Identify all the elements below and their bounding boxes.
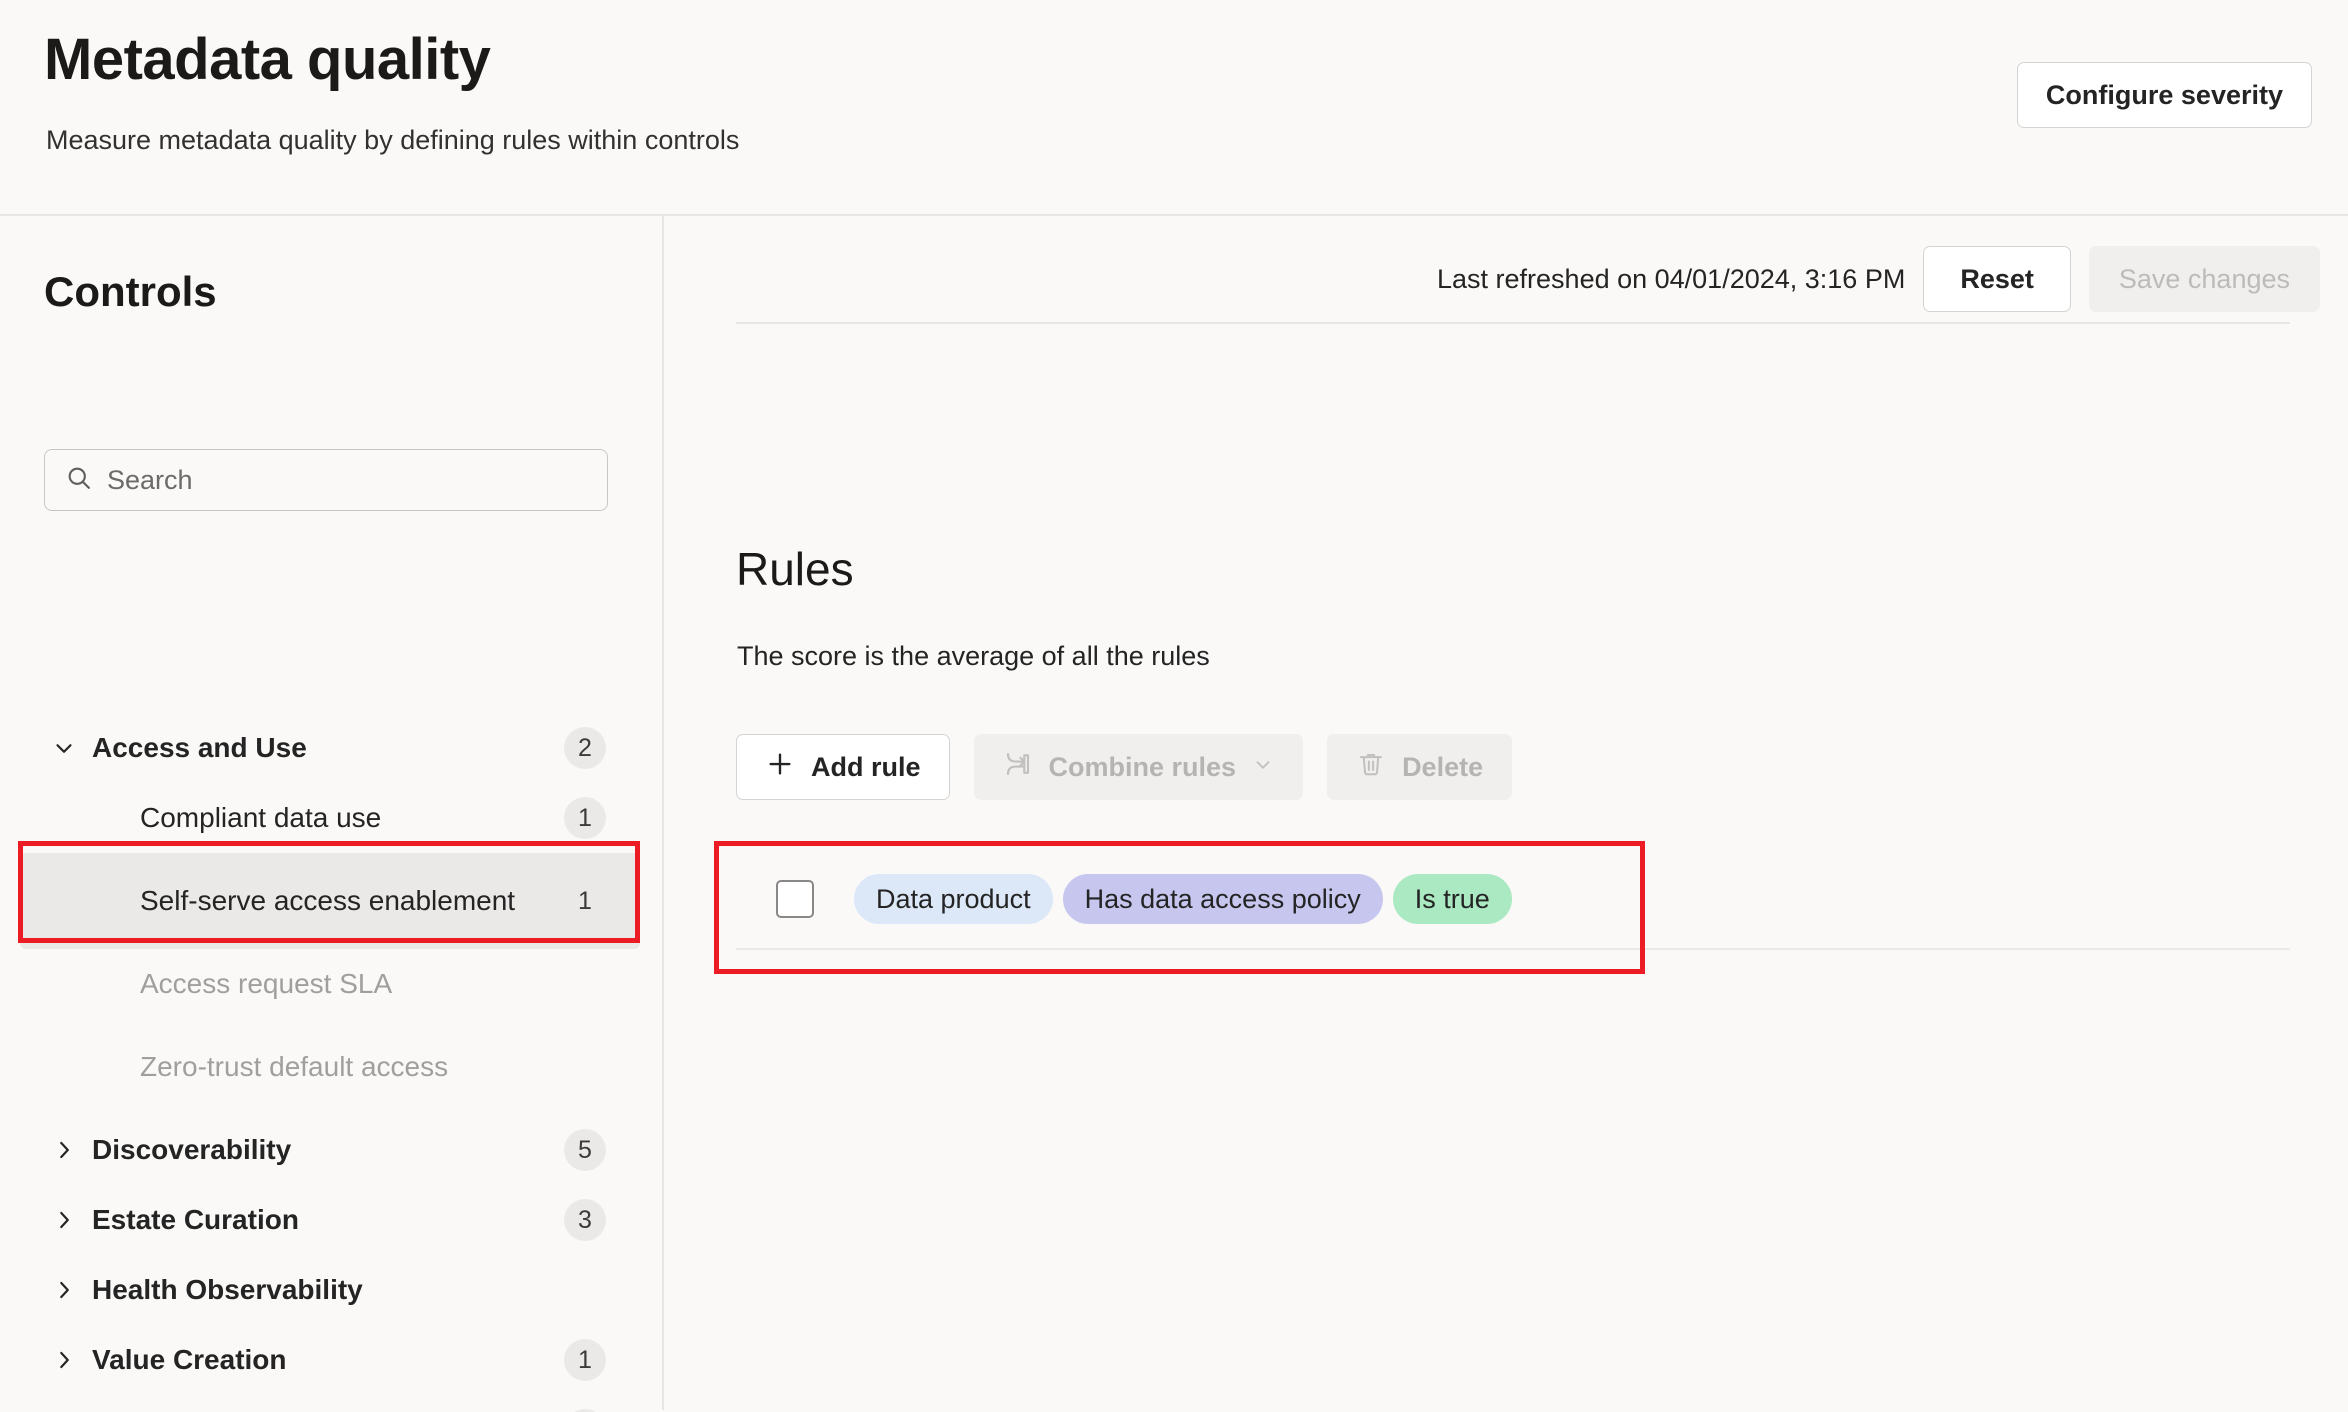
merge-icon (1003, 749, 1033, 786)
sidebar-item-access-request-sla: Access request SLA (20, 949, 640, 1019)
sidebar-group-label: Health Observability (92, 1273, 363, 1305)
sidebar-title: Controls (44, 268, 217, 315)
last-refreshed-label: Last refreshed on 04/01/2024, 3:16 PM (1437, 263, 1906, 294)
chevron-down-icon[interactable] (50, 734, 78, 762)
sidebar-item-count: 1 (564, 797, 606, 839)
rules-toolbar: Last refreshed on 04/01/2024, 3:16 PM Re… (1437, 246, 2320, 312)
sidebar-group-health-observability[interactable]: Health Observability (20, 1255, 640, 1325)
chevron-right-icon[interactable] (50, 1276, 78, 1304)
sidebar-item-compliant-data-use[interactable]: Compliant data use 1 (20, 783, 640, 853)
sidebar-group-count: 5 (564, 1129, 606, 1171)
sidebar-item-label: Access request SLA (140, 967, 393, 999)
rule-select-checkbox[interactable] (776, 880, 814, 918)
sidebar-group-trusted-data[interactable]: Trusted Data4 (20, 1395, 640, 1412)
sidebar-group-access-and-use[interactable]: Access and Use 2 (20, 713, 640, 783)
rule-list: Data product Has data access policy Is tru… (736, 850, 2290, 950)
search-icon (65, 464, 93, 497)
chevron-right-icon[interactable] (50, 1346, 78, 1374)
sidebar-group-discoverability[interactable]: Discoverability 5 (20, 1115, 640, 1185)
delete-label: Delete (1402, 751, 1484, 782)
sidebar-item-label: Zero-trust default access (140, 1050, 449, 1082)
sidebar-item-label: Compliant data use (140, 801, 382, 833)
controls-sidebar: Controls Access and Use 2 Compliant data u… (0, 216, 664, 1412)
page-header: Metadata quality Measure metadata qualit… (0, 0, 2348, 216)
rules-panel: Last refreshed on 04/01/2024, 3:16 PM Re… (664, 216, 2348, 1410)
rule-row[interactable]: Data product Has data access policy Is tru… (736, 850, 2290, 950)
configure-severity-button[interactable]: Configure severity (2016, 62, 2312, 128)
sidebar-group-count: 3 (564, 1199, 606, 1241)
rule-entity-pill[interactable]: Data product (854, 874, 1053, 924)
reset-button[interactable]: Reset (1923, 246, 2071, 312)
plus-icon (765, 749, 795, 786)
chevron-right-icon[interactable] (50, 1206, 78, 1234)
search-box[interactable] (44, 449, 608, 511)
sidebar-group-label: Discoverability (92, 1133, 292, 1165)
sidebar-item-self-serve-access-enablement[interactable]: Self-serve access enablement 1 (20, 853, 640, 949)
rules-title: Rules (736, 543, 854, 595)
sidebar-group-value-creation[interactable]: Value Creation 1 (20, 1325, 640, 1395)
page-subtitle: Measure metadata quality by defining rul… (46, 125, 740, 155)
sidebar-group-estate-curation[interactable]: Estate Curation 3 (20, 1185, 640, 1255)
add-rule-label: Add rule (811, 751, 921, 782)
combine-rules-button: Combine rules (973, 734, 1304, 800)
rule-attribute-pill[interactable]: Has data access policy (1062, 874, 1383, 924)
rule-condition-pill[interactable]: Is true (1392, 874, 1512, 924)
search-input[interactable] (107, 464, 587, 496)
sidebar-item-zero-trust-default-access: Zero-trust default access (20, 1019, 640, 1115)
save-changes-button: Save changes (2088, 246, 2320, 312)
sidebar-item-label: Self-serve access enablement (140, 884, 516, 916)
page-title: Metadata quality (44, 27, 491, 92)
sidebar-group-label: Value Creation (92, 1343, 287, 1375)
sidebar-group-count: 2 (564, 727, 606, 769)
combine-rules-label: Combine rules (1048, 751, 1237, 782)
add-rule-button[interactable]: Add rule (736, 734, 950, 800)
trash-icon (1356, 749, 1386, 786)
sidebar-item-count: 1 (564, 880, 606, 922)
delete-button: Delete (1327, 734, 1513, 800)
sidebar-group-count: 1 (564, 1339, 606, 1381)
chevron-down-icon (1252, 752, 1274, 783)
chevron-right-icon[interactable] (50, 1136, 78, 1164)
toolbar-divider (736, 322, 2290, 324)
body-split: Controls Access and Use 2 Compliant data u… (0, 216, 2348, 1412)
rules-subtitle: The score is the average of all the rule… (737, 641, 1210, 671)
controls-tree: Access and Use 2 Compliant data use 1 Self-s… (0, 713, 664, 1412)
rule-action-bar: Add rule Combine rules Delete (736, 734, 1513, 800)
sidebar-group-label: Access and Use (92, 731, 307, 763)
sidebar-group-label: Estate Curation (92, 1203, 299, 1235)
